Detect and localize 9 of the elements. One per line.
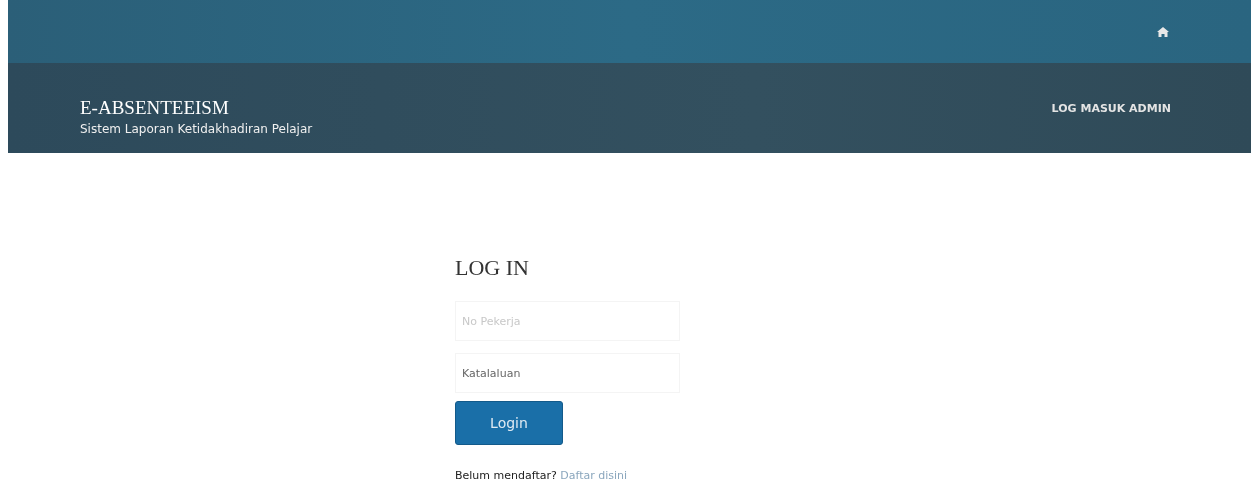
- site-title: E-ABSENTEEISM: [80, 97, 230, 119]
- login-button[interactable]: Login: [455, 401, 563, 445]
- register-prompt: Belum mendaftar?: [455, 469, 557, 482]
- login-heading: LOG IN: [455, 255, 529, 281]
- site-subtitle: Sistem Laporan Ketidakhadiran Pelajar: [80, 121, 313, 137]
- admin-login-link[interactable]: LOG MASUK ADMIN: [1051, 102, 1171, 115]
- register-link[interactable]: Daftar disini: [560, 469, 628, 482]
- password-field[interactable]: Katalaluan: [455, 353, 680, 393]
- home-icon[interactable]: [1157, 26, 1169, 37]
